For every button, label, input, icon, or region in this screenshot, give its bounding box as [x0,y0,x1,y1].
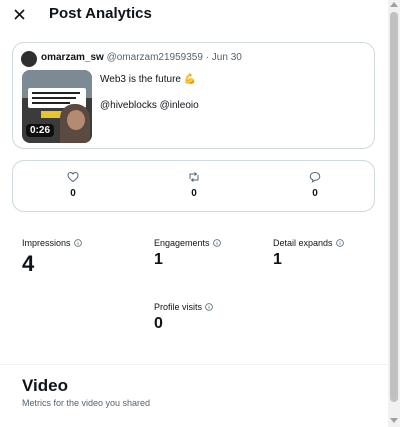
post-text: Web3 is the future 💪 [100,74,197,85]
video-section-subtitle: Metrics for the video you shared [22,398,151,408]
detail-expands-label-text: Detail expands [273,238,333,248]
video-duration-badge: 0:26 [26,124,55,137]
author-name[interactable]: omarzam_sw [41,52,104,63]
post-mentions[interactable]: @hiveblocks @inleoio [100,99,199,112]
replies-count: 0 [312,188,318,199]
engagements-metric: Engagements 1 [154,238,221,269]
info-icon[interactable] [73,239,82,247]
close-icon [13,8,25,20]
impressions-label-text: Impressions [22,238,71,248]
scrollbar[interactable] [388,0,400,427]
scrollbar-thumb[interactable] [390,12,398,402]
detail-expands-value: 1 [273,251,282,268]
video-section-title: Video [22,376,68,395]
engagements-label: Engagements [154,238,221,248]
engagements-value: 1 [154,251,163,268]
close-button[interactable] [9,4,29,24]
impressions-value: 4 [22,251,35,276]
section-divider [0,364,388,365]
replies-stat[interactable]: 0 [295,171,335,199]
thumbnail-face [67,110,85,130]
post-meta: omarzam_sw @omarzam21959359 · Jun 30 [41,52,242,63]
info-icon[interactable] [212,239,221,247]
page-title: Post Analytics [49,5,152,22]
info-icon[interactable] [205,303,213,311]
profile-visits-value: 0 [154,315,163,332]
likes-stat[interactable]: 0 [53,171,93,199]
engagements-label-text: Engagements [154,238,210,248]
likes-count: 0 [70,188,76,199]
avatar[interactable] [21,51,37,67]
author-handle-date: @omarzam21959359 · Jun 30 [106,52,242,63]
engagement-stats-card: 0 0 0 [12,160,375,212]
impressions-metric: Impressions 4 [22,238,82,277]
repost-icon [189,172,199,182]
detail-expands-metric: Detail expands 1 [273,238,344,269]
profile-visits-label-text: Profile visits [154,302,203,312]
reposts-stat[interactable]: 0 [174,171,214,199]
reply-icon [309,171,321,183]
post-analytics-modal: Post Analytics omarzam_sw @omarzam219593… [0,0,388,427]
info-icon[interactable] [335,239,344,247]
video-thumbnail[interactable]: 0:26 [22,70,92,143]
scroll-down-arrow-icon[interactable] [390,418,398,423]
modal-header: Post Analytics [0,0,388,30]
detail-expands-label: Detail expands [273,238,344,248]
scroll-up-arrow-icon[interactable] [390,2,398,7]
impressions-label: Impressions [22,238,82,248]
profile-visits-metric: Profile visits 0 [154,302,213,333]
reposts-count: 0 [191,188,197,199]
post-card[interactable]: omarzam_sw @omarzam21959359 · Jun 30 0:2… [12,42,375,149]
profile-visits-label: Profile visits [154,302,213,312]
heart-icon [67,171,79,183]
